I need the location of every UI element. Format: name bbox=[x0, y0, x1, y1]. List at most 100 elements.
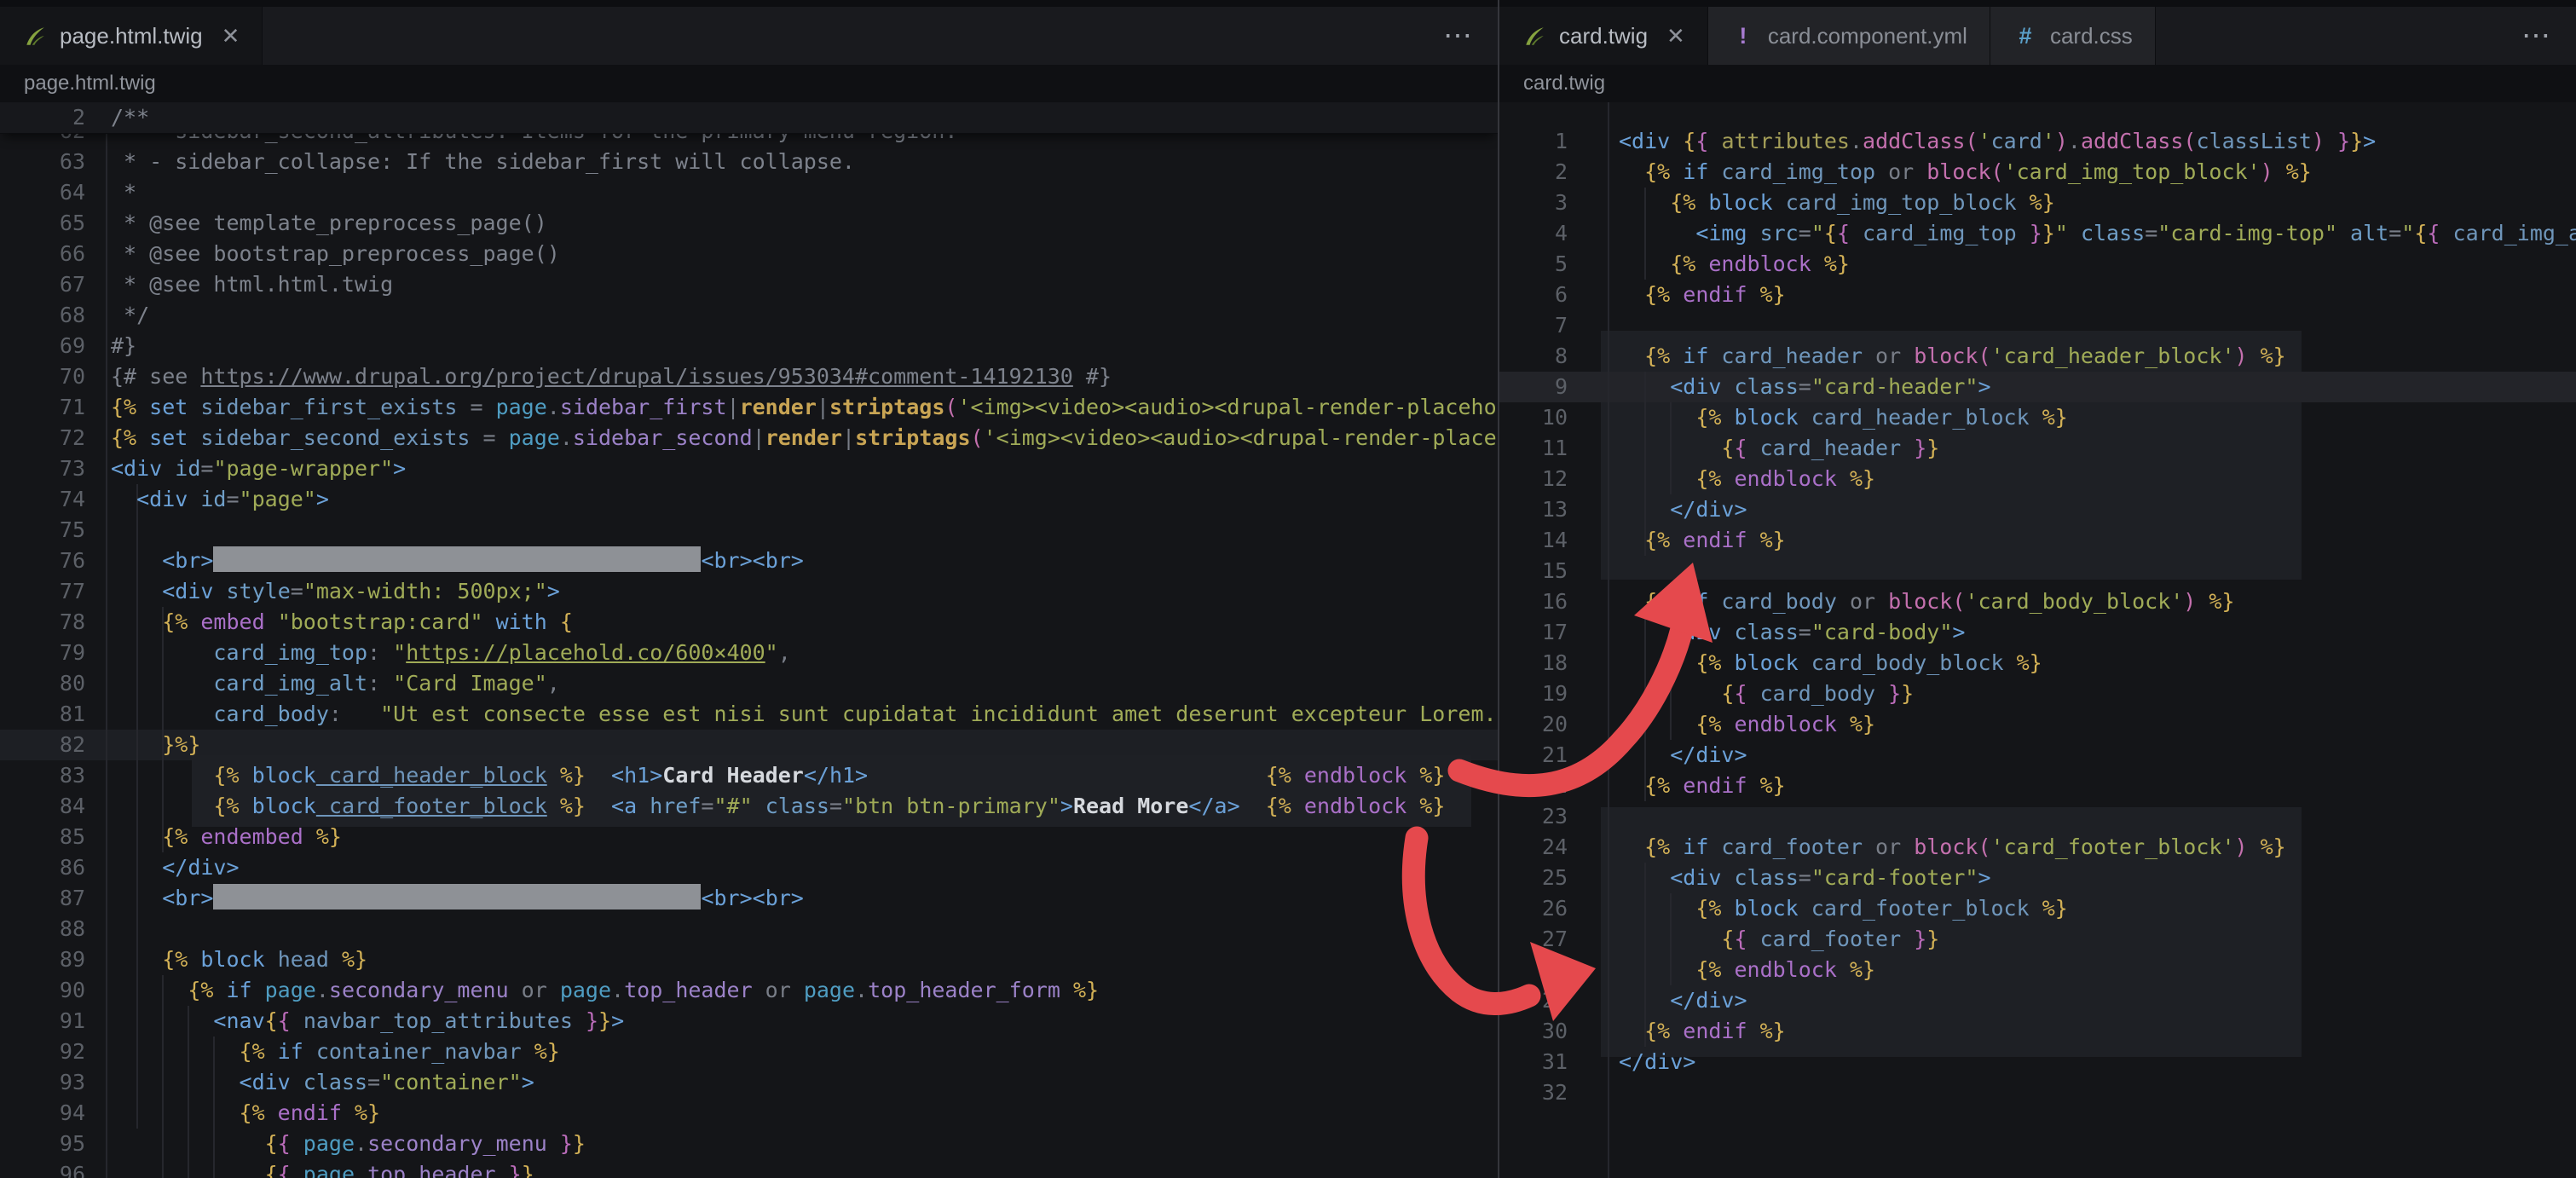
line-number: 2 bbox=[1554, 159, 1568, 184]
code-line-9: 9 <div class="card-header"> bbox=[1499, 372, 2576, 402]
line-number: 95 bbox=[59, 1131, 85, 1156]
editor-right[interactable]: 1 <div {{ attributes.addClass('card').add… bbox=[1499, 102, 2576, 1178]
line-number: 81 bbox=[59, 702, 85, 726]
code-line-80: 80 card_img_alt: "Card Image", bbox=[0, 668, 1498, 699]
code-line-63: 63 * - sidebar_collapse: If the sidebar_… bbox=[0, 147, 1498, 177]
line-number: 5 bbox=[1554, 251, 1568, 276]
line-number: 21 bbox=[1541, 742, 1568, 767]
code-line-81: 81 card_body: "Ut est consecte esse est … bbox=[0, 699, 1498, 730]
code-line-32: 32 bbox=[1499, 1077, 2576, 1108]
css-hash-icon: # bbox=[2019, 22, 2032, 49]
code-line-70: 70 {# see https://www.drupal.org/project/… bbox=[0, 361, 1498, 392]
code-line-17: 17 <div class="card-body"> bbox=[1499, 617, 2576, 648]
line-number: 79 bbox=[59, 640, 85, 665]
tabbar-left: page.html.twig ✕ ⋯ bbox=[0, 7, 1498, 65]
code-line-83: 83 {% block card_header_block %} <h1>Car… bbox=[0, 760, 1498, 791]
redacted-text-block bbox=[213, 884, 702, 909]
code-line-2: 2 {% if card_img_top or block('card_img_… bbox=[1499, 157, 2576, 188]
code-line-26: 26 {% block card_footer_block %} bbox=[1499, 893, 2576, 924]
code-line-24: 24 {% if card_footer or block('card_foot… bbox=[1499, 832, 2576, 863]
tab-label: card.component.yml bbox=[1767, 22, 1967, 49]
code-line-12: 12 {% endblock %} bbox=[1499, 464, 2576, 494]
line-number: 80 bbox=[59, 671, 85, 696]
line-number: 88 bbox=[59, 916, 85, 941]
line-number: 1 bbox=[1554, 129, 1568, 153]
line-number: 76 bbox=[59, 548, 85, 573]
code-line-18: 18 {% block card_body_block %} bbox=[1499, 648, 2576, 679]
line-number: 89 bbox=[59, 947, 85, 972]
code-line-79: 79 card_img_top: "https://placehold.co/6… bbox=[0, 638, 1498, 668]
editor-actions-right[interactable]: ⋯ bbox=[2496, 19, 2576, 53]
code-line-3: 3 {% block card_img_top_block %} bbox=[1499, 188, 2576, 218]
close-icon[interactable]: ✕ bbox=[1666, 23, 1685, 49]
breadcrumb-right[interactable]: card.twig bbox=[1499, 65, 2576, 102]
close-icon[interactable]: ✕ bbox=[222, 23, 240, 49]
line-number: 67 bbox=[59, 272, 85, 297]
editor-actions-left[interactable]: ⋯ bbox=[1418, 19, 1498, 53]
code-line-16: 16 {% if card_body or block('card_body_b… bbox=[1499, 586, 2576, 617]
line-number: 10 bbox=[1541, 405, 1568, 430]
line-number: 13 bbox=[1541, 497, 1568, 522]
line-number: 16 bbox=[1541, 589, 1568, 614]
line-number: 6 bbox=[1554, 282, 1568, 307]
code-line-91: 91 <nav{{ navbar_top_attributes }}> bbox=[0, 1006, 1498, 1037]
tab-card-component-yml[interactable]: ! card.component.yml bbox=[1707, 7, 1990, 65]
code-line-21: 21 </div> bbox=[1499, 740, 2576, 771]
line-number: 90 bbox=[59, 978, 85, 1002]
line-number: 19 bbox=[1541, 681, 1568, 706]
line-number: 25 bbox=[1541, 865, 1568, 890]
line-number: 92 bbox=[59, 1039, 85, 1064]
code-line-65: 65 * @see template_preprocess_page() bbox=[0, 208, 1498, 239]
line-number: 82 bbox=[59, 732, 85, 757]
line-number: 30 bbox=[1541, 1019, 1568, 1043]
line-number: 63 bbox=[59, 149, 85, 174]
sticky-scroll-line: 2/** bbox=[0, 102, 1498, 134]
tab-card-css[interactable]: # card.css bbox=[1990, 7, 2156, 65]
line-number: 78 bbox=[59, 609, 85, 634]
line-number: 65 bbox=[59, 211, 85, 235]
code-line-27: 27 {{ card_footer }} bbox=[1499, 924, 2576, 955]
code-line-20: 20 {% endblock %} bbox=[1499, 709, 2576, 740]
code-line-92: 92 {% if container_navbar %} bbox=[0, 1037, 1498, 1067]
line-number: 22 bbox=[1541, 773, 1568, 798]
code-line-13: 13 </div> bbox=[1499, 494, 2576, 525]
line-number: 87 bbox=[59, 886, 85, 910]
line-number: 31 bbox=[1541, 1049, 1568, 1074]
line-number: 64 bbox=[59, 180, 85, 205]
code-line-93: 93 <div class="container"> bbox=[0, 1067, 1498, 1098]
code-line-7: 7 bbox=[1499, 310, 2576, 341]
code-line-23: 23 bbox=[1499, 801, 2576, 832]
code-line-87: 87 <br> <br><br> bbox=[0, 883, 1498, 914]
line-number: 28 bbox=[1541, 957, 1568, 982]
line-number: 86 bbox=[59, 855, 85, 880]
line-number: 93 bbox=[59, 1070, 85, 1094]
code-line-15: 15 bbox=[1499, 556, 2576, 586]
line-number: 4 bbox=[1554, 221, 1568, 245]
line-number: 18 bbox=[1541, 650, 1568, 675]
tab-page-html-twig[interactable]: page.html.twig ✕ bbox=[0, 7, 263, 65]
editor-left[interactable]: 62 * - sidebar_second_attributes: Items … bbox=[0, 102, 1498, 1178]
line-number: 84 bbox=[59, 794, 85, 818]
code-line-25: 25 <div class="card-footer"> bbox=[1499, 863, 2576, 893]
code-line-75: 75 bbox=[0, 515, 1498, 546]
code-line-28: 28 {% endblock %} bbox=[1499, 955, 2576, 985]
line-number: 26 bbox=[1541, 896, 1568, 921]
code-line-74: 74 <div id="page"> bbox=[0, 484, 1498, 515]
line-number: 73 bbox=[59, 456, 85, 481]
code-line-73: 73 <div id="page-wrapper"> bbox=[0, 453, 1498, 484]
line-number: 91 bbox=[59, 1008, 85, 1033]
code-line-22: 22 {% endif %} bbox=[1499, 771, 2576, 801]
line-number: 72 bbox=[59, 425, 85, 450]
line-number: 94 bbox=[59, 1100, 85, 1125]
tab-label: page.html.twig bbox=[60, 22, 203, 49]
line-number: 17 bbox=[1541, 620, 1568, 644]
line-number: 7 bbox=[1554, 313, 1568, 338]
line-number: 29 bbox=[1541, 988, 1568, 1013]
code-line-90: 90 {% if page.secondary_menu or page.top… bbox=[0, 975, 1498, 1006]
tab-card-twig[interactable]: card.twig ✕ bbox=[1499, 7, 1708, 65]
code-line-64: 64 * bbox=[0, 177, 1498, 208]
breadcrumb-left[interactable]: page.html.twig bbox=[0, 65, 1498, 102]
code-line-29: 29 </div> bbox=[1499, 985, 2576, 1016]
code-line-30: 30 {% endif %} bbox=[1499, 1016, 2576, 1047]
code-line-31: 31 </div> bbox=[1499, 1047, 2576, 1077]
